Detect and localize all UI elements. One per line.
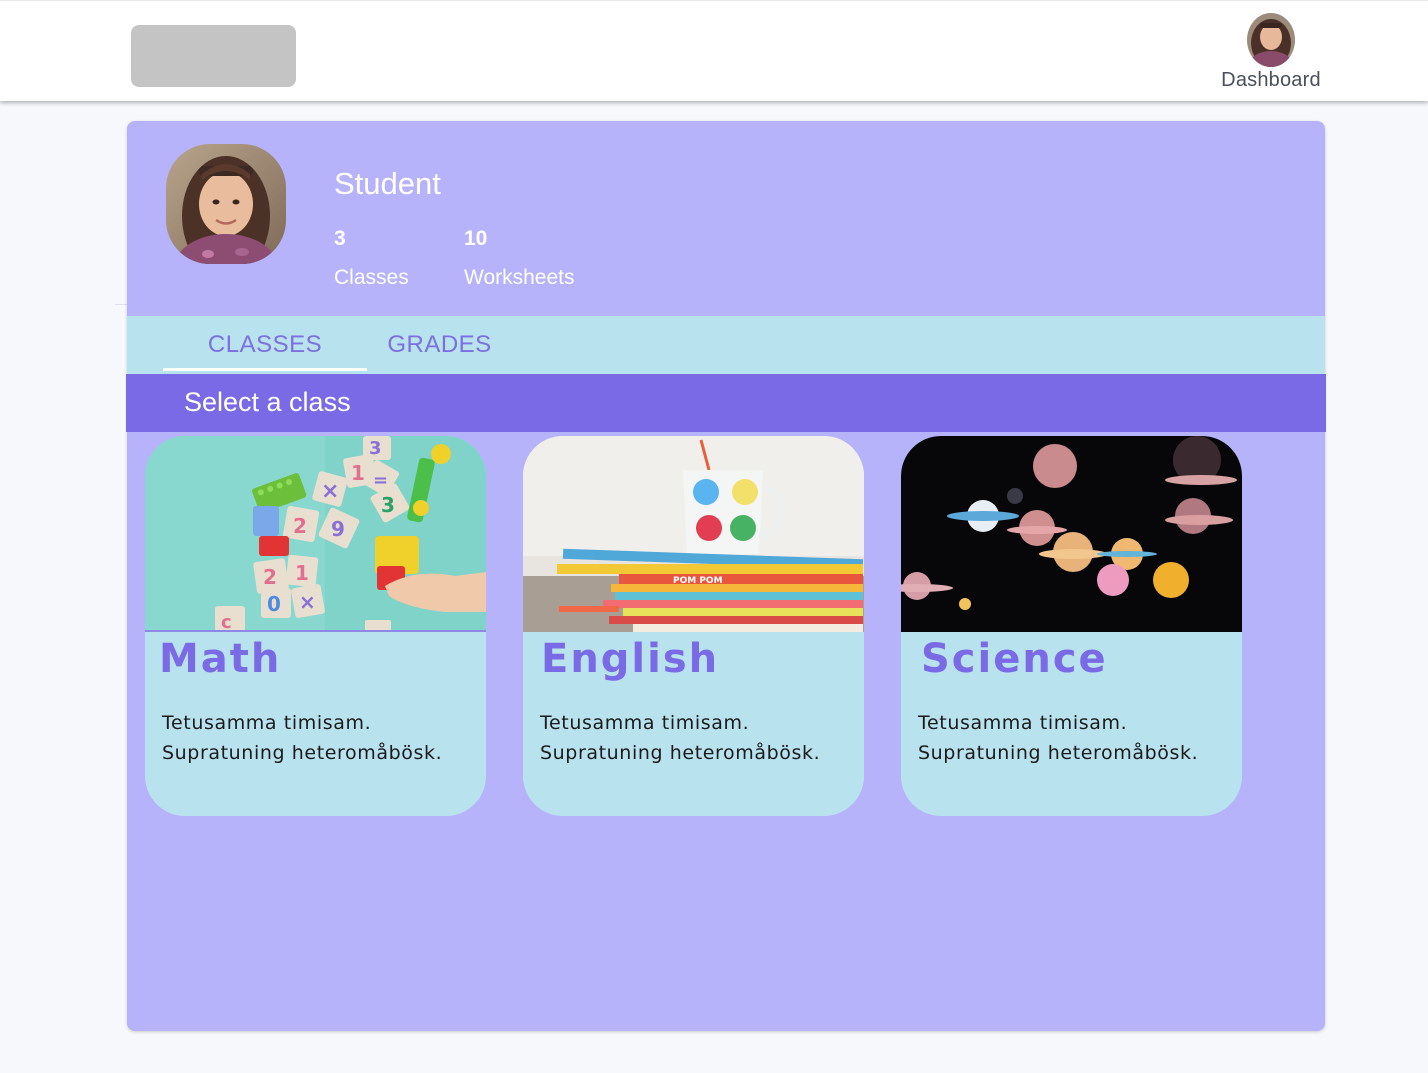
class-card-math[interactable]: × 1 = 3 2 9 3 2 1 0 × c Math Tetusamma t… bbox=[145, 436, 486, 816]
dashboard-link[interactable]: Dashboard bbox=[1212, 13, 1330, 95]
class-description: Tetusamma timisam. Supratuning heteromåb… bbox=[918, 708, 1238, 768]
class-title: Science bbox=[921, 636, 1108, 682]
user-avatar[interactable] bbox=[1247, 13, 1295, 67]
worksheets-count: 10 bbox=[464, 227, 488, 250]
description-line: Supratuning heteromåbösk. bbox=[162, 742, 443, 764]
books-and-mug-photo: POM POM bbox=[523, 436, 864, 632]
svg-text:×: × bbox=[321, 479, 339, 504]
class-description: Tetusamma timisam. Supratuning heteromåb… bbox=[540, 708, 860, 768]
class-description: Tetusamma timisam. Supratuning heteromåb… bbox=[162, 708, 482, 768]
svg-text:3: 3 bbox=[369, 438, 382, 459]
class-card-english[interactable]: POM POM English Tetusamma timisam. Supra… bbox=[523, 436, 864, 816]
active-tab-indicator bbox=[163, 368, 367, 371]
class-section-header: Select a class bbox=[126, 374, 1326, 432]
description-line: Tetusamma timisam. bbox=[540, 712, 750, 734]
description-line: Supratuning heteromåbösk. bbox=[540, 742, 821, 764]
svg-text:c: c bbox=[221, 612, 232, 632]
classes-label: Classes bbox=[334, 266, 409, 289]
worksheets-label: Worksheets bbox=[464, 266, 575, 289]
profile-avatar bbox=[166, 144, 286, 264]
tab-classes[interactable]: CLASSES bbox=[163, 316, 367, 374]
class-title: Math bbox=[159, 636, 282, 682]
svg-text:2: 2 bbox=[293, 514, 307, 538]
svg-text:9: 9 bbox=[331, 517, 345, 541]
dashboard-label: Dashboard bbox=[1221, 69, 1321, 91]
description-line: Tetusamma timisam. bbox=[918, 712, 1128, 734]
top-navbar: Dashboard bbox=[0, 0, 1428, 101]
logo-placeholder[interactable] bbox=[131, 25, 296, 87]
svg-text:1: 1 bbox=[295, 561, 309, 585]
divider bbox=[115, 304, 127, 305]
svg-text:0: 0 bbox=[267, 592, 281, 616]
profile-role: Student bbox=[334, 166, 441, 201]
class-card-science[interactable]: Science Tetusamma timisam. Supratuning h… bbox=[901, 436, 1242, 816]
svg-text:1: 1 bbox=[351, 461, 365, 485]
planets-photo bbox=[901, 436, 1242, 632]
tab-grades[interactable]: GRADES bbox=[367, 316, 512, 374]
profile-panel: Student 3 Classes 10 Worksheets CLASSES … bbox=[126, 121, 1326, 1031]
svg-text:=: = bbox=[373, 470, 388, 491]
tab-bar: CLASSES GRADES bbox=[127, 316, 1325, 374]
class-title: English bbox=[541, 636, 720, 682]
number-blocks-photo: × 1 = 3 2 9 3 2 1 0 × c bbox=[145, 436, 486, 632]
class-section-title: Select a class bbox=[184, 387, 351, 417]
classes-count: 3 bbox=[334, 227, 346, 250]
svg-text:×: × bbox=[299, 590, 316, 614]
svg-text:3: 3 bbox=[381, 493, 395, 517]
svg-text:2: 2 bbox=[263, 565, 277, 589]
description-line: Tetusamma timisam. bbox=[162, 712, 372, 734]
description-line: Supratuning heteromåbösk. bbox=[918, 742, 1199, 764]
